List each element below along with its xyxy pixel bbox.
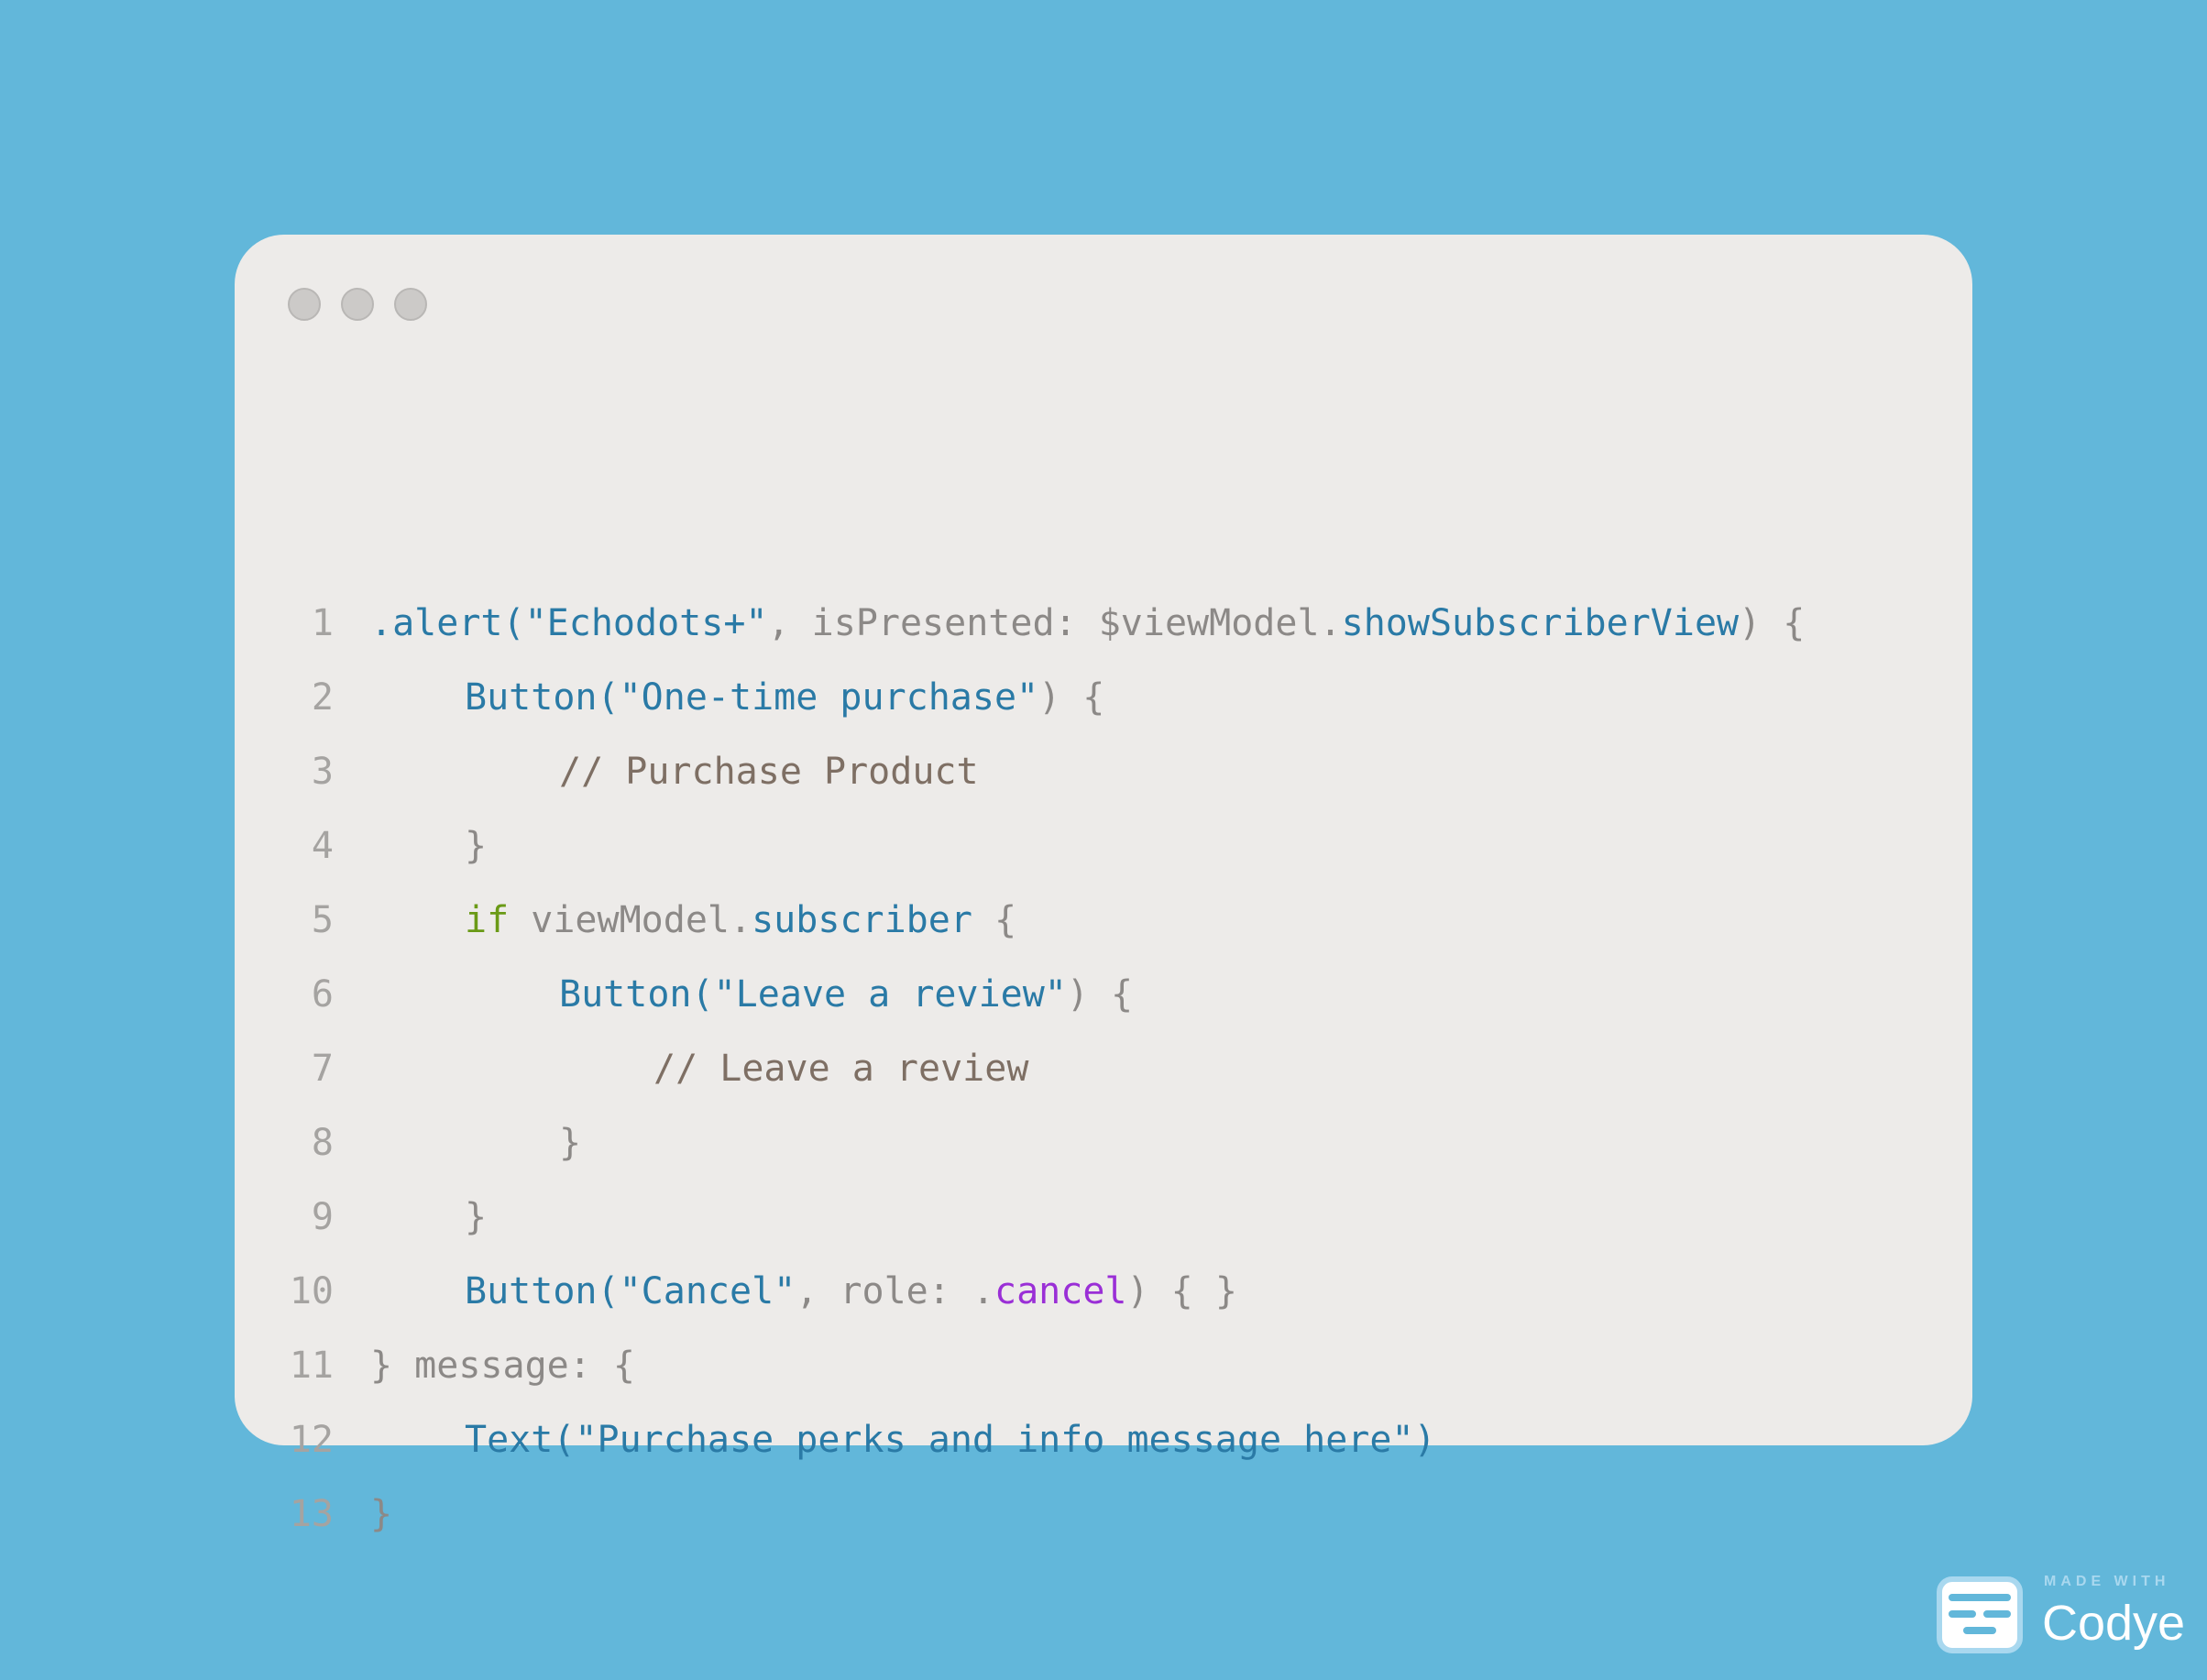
code-token: } message: { <box>370 1345 635 1387</box>
code-token: "Leave a review" <box>713 973 1067 1016</box>
code-text: } <box>559 1106 581 1180</box>
code-token: , isPresented: $viewModel. <box>767 602 1342 644</box>
code-token: // Leave a review <box>653 1048 1029 1090</box>
code-token: , role: . <box>796 1270 994 1312</box>
code-token: ) { <box>1066 973 1134 1016</box>
codye-logo-icon <box>1937 1576 2023 1653</box>
line-number: 6 <box>311 973 334 1016</box>
line-number: 12 <box>289 1419 334 1461</box>
code-token: } <box>559 1122 582 1164</box>
code-token: } <box>465 1196 488 1238</box>
maximize-dot[interactable] <box>394 288 427 321</box>
code-token: "Purchase perks and info message here" <box>575 1419 1414 1461</box>
line-number: 13 <box>289 1493 334 1535</box>
line-number: 2 <box>311 676 334 719</box>
code-token: "Echodots+" <box>524 602 768 644</box>
window-controls <box>288 288 427 321</box>
code-text: Button("Leave a review") { <box>559 958 1133 1032</box>
code-token: } <box>465 825 488 867</box>
codye-brand-label: Codye <box>2042 1596 2186 1651</box>
code-text: Button("Cancel", role: .cancel) { } <box>465 1255 1237 1329</box>
minimize-dot[interactable] <box>341 288 374 321</box>
code-token: showSubscriberView <box>1341 602 1740 644</box>
line-number: 3 <box>311 751 334 793</box>
code-text: } <box>465 809 487 884</box>
line-number: 8 <box>311 1122 334 1164</box>
line-number: 11 <box>289 1345 334 1387</box>
code-text: } <box>465 1180 487 1255</box>
code-token: viewModel. <box>509 899 752 941</box>
code-token: "Cancel" <box>619 1270 796 1312</box>
code-text: .alert("Echodots+", isPresented: $viewMo… <box>370 587 1805 661</box>
code-text: if viewModel.subscriber { <box>465 884 1016 958</box>
code-token: ) { <box>1739 602 1806 644</box>
code-window: 1 .alert("Echodots+", isPresented: $viewM… <box>235 235 1972 1535</box>
made-with-label: MADE WITH <box>2044 1574 2170 1589</box>
code-token: if <box>465 899 510 941</box>
line-number: 10 <box>289 1270 334 1312</box>
code-token: Button( <box>465 1270 620 1312</box>
line-number: 5 <box>311 899 334 941</box>
code-text: Button("One-time purchase") { <box>465 661 1104 735</box>
code-token: { <box>972 899 1017 941</box>
close-dot[interactable] <box>288 288 321 321</box>
code-token: .alert( <box>370 602 525 644</box>
code-token: } <box>370 1493 393 1535</box>
line-number: 4 <box>311 825 334 867</box>
code-token: ) { <box>1038 676 1105 719</box>
code-token: "One-time purchase" <box>619 676 1039 719</box>
code-text: // Purchase Product <box>559 735 979 809</box>
code-token: subscriber <box>752 899 972 941</box>
code-text: } message: { <box>370 1329 635 1403</box>
line-number: 7 <box>311 1048 334 1090</box>
line-number: 1 <box>311 602 334 644</box>
made-with-codye-badge: MADE WITH Codye <box>1936 1574 2185 1656</box>
code-token: ) <box>1413 1419 1436 1461</box>
code-token: Button( <box>559 973 714 1016</box>
line-number: 9 <box>311 1196 334 1238</box>
code-token: ) { } <box>1126 1270 1237 1312</box>
code-token: // Purchase Product <box>559 751 979 793</box>
code-token: Button( <box>465 676 620 719</box>
code-text: Text("Purchase perks and info message he… <box>465 1403 1436 1477</box>
code-token: cancel <box>994 1270 1127 1312</box>
code-token: Text( <box>465 1419 576 1461</box>
code-text: } <box>370 1477 392 1552</box>
code-text: // Leave a review <box>653 1032 1028 1106</box>
